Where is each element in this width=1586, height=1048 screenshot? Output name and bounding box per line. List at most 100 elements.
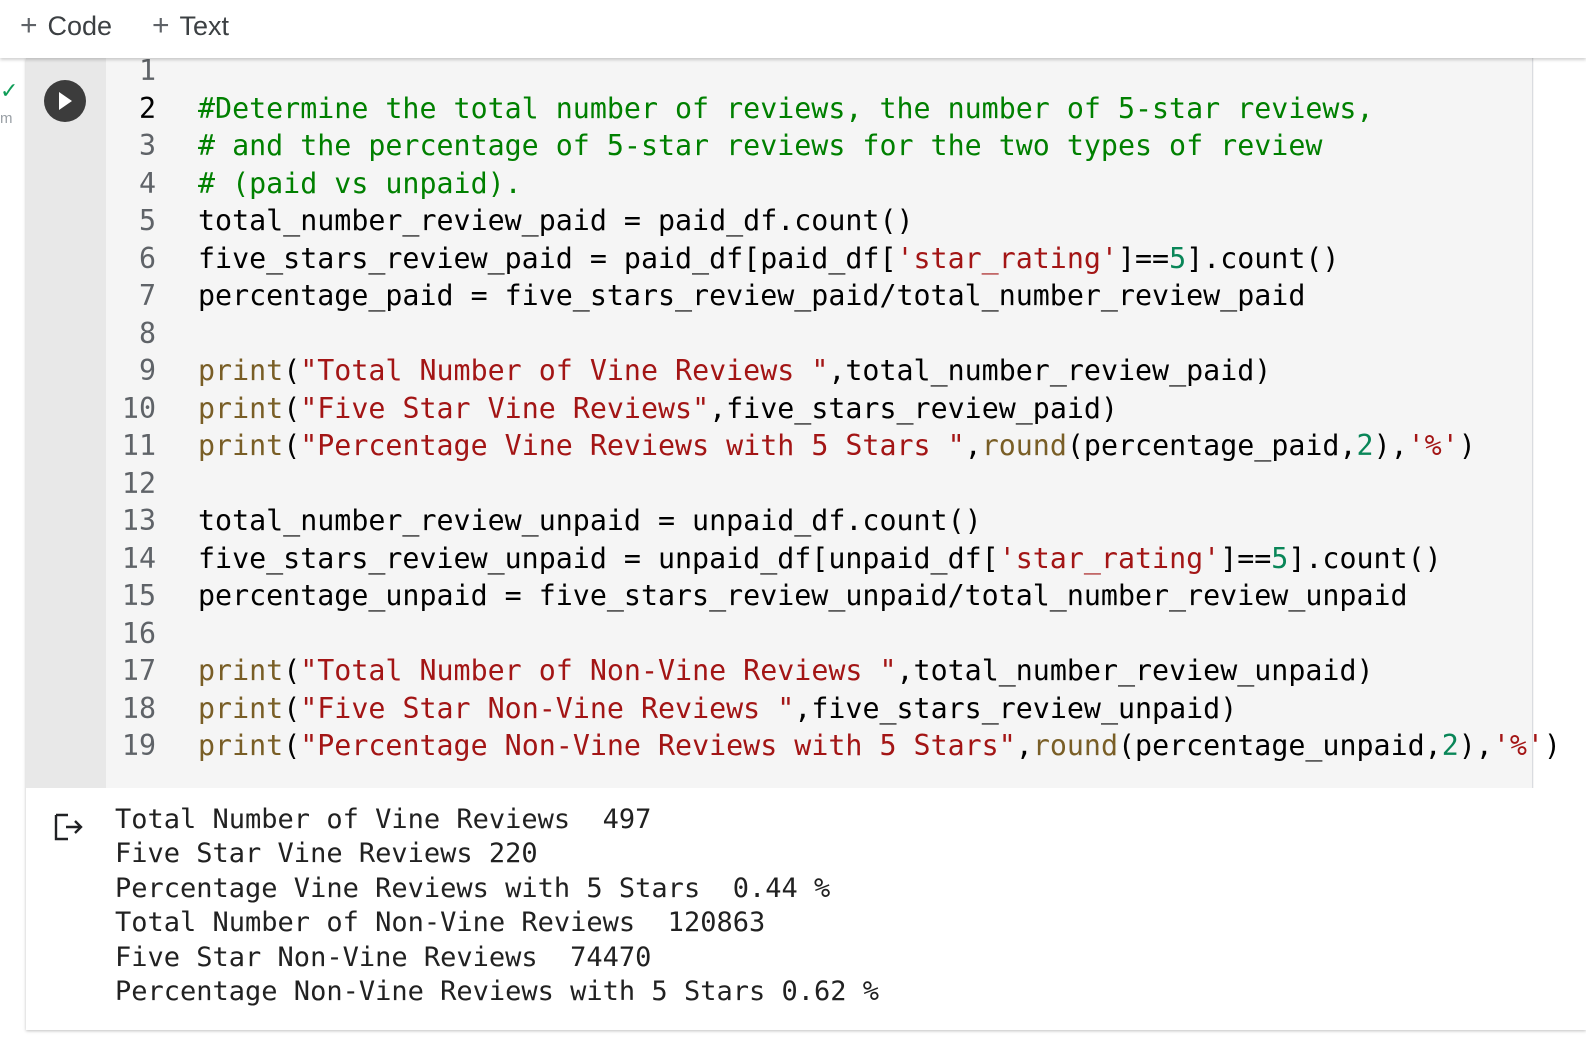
line-number: 11 — [121, 429, 156, 463]
code-text: total_number_review_paid = paid_df.count… — [198, 204, 914, 237]
code-token: five_stars_review_unpaid = unpaid_df[unp… — [198, 541, 999, 575]
line-number: 18 — [121, 691, 156, 725]
code-token: 5 — [1271, 541, 1289, 575]
code-text: percentage_unpaid = five_stars_review_un… — [198, 579, 1408, 612]
code-text: #Determine the total number of reviews, … — [198, 92, 1374, 125]
output-text: Total Number of Vine Reviews 497 Five Sta… — [115, 802, 879, 1009]
line-number: 17 — [121, 654, 156, 688]
code-token: ].count() — [1288, 541, 1442, 575]
add-code-label: Code — [47, 10, 113, 41]
code-token: (percentage_paid, — [1066, 429, 1357, 463]
code-line: 5 total_number_review_paid = paid_df.coun… — [106, 202, 1534, 240]
code-token: ) — [1458, 429, 1476, 463]
code-token: # (paid vs unpaid). — [198, 166, 522, 200]
code-line: 17 print("Total Number of Non-Vine Review… — [106, 652, 1534, 690]
code-line: 6 five_stars_review_paid = paid_df[paid_d… — [106, 240, 1534, 278]
plus-icon: + — [20, 9, 38, 42]
code-token: percentage_unpaid = five_stars_review_un… — [198, 579, 1408, 613]
code-token: ( — [283, 429, 301, 463]
code-token: 2 — [1441, 729, 1459, 763]
code-token: print — [198, 691, 284, 725]
code-line: 2 #Determine the total number of reviews,… — [106, 90, 1534, 128]
code-line: 14 five_stars_review_unpaid = unpaid_df[u… — [106, 540, 1534, 578]
code-line: 18 print("Five Star Non-Vine Reviews ",fi… — [106, 690, 1534, 728]
code-token: 2 — [1356, 429, 1374, 463]
code-line: 13 total_number_review_unpaid = unpaid_df… — [106, 502, 1534, 540]
output-arrow-icon[interactable] — [52, 810, 86, 844]
line-number: 12 — [121, 466, 156, 500]
output-line: Total Number of Vine Reviews 497 — [115, 803, 652, 835]
code-line: 15 percentage_unpaid = five_stars_review_… — [106, 577, 1534, 615]
code-token: #Determine the total number of reviews, … — [198, 91, 1374, 125]
output-line: Five Star Non-Vine Reviews 74470 — [115, 941, 652, 973]
execution-check-icon: ✓ — [0, 78, 19, 103]
code-token: '%' — [1492, 729, 1544, 763]
code-text: print("Total Number of Non-Vine Reviews … — [198, 654, 1374, 687]
code-token: "Percentage Vine Reviews with 5 Stars " — [300, 429, 965, 463]
code-token: ]== — [1117, 241, 1170, 275]
code-token: print — [198, 429, 284, 463]
code-token: ( — [283, 729, 301, 763]
play-icon — [59, 92, 72, 110]
code-token: (percentage_unpaid, — [1118, 729, 1442, 763]
code-token: , — [964, 429, 982, 463]
code-token: "Total Number of Vine Reviews " — [300, 354, 829, 388]
cell-gutter — [26, 58, 106, 788]
cell-output: Total Number of Vine Reviews 497 Five Sta… — [26, 788, 1586, 1030]
notebook-toolbar: + Code + Text — [0, 0, 1586, 58]
code-token: ,total_number_review_unpaid) — [896, 654, 1374, 688]
line-number: 3 — [138, 129, 156, 163]
code-token: 'star_rating' — [998, 541, 1221, 575]
code-token: "Total Number of Non-Vine Reviews " — [300, 654, 897, 688]
line-number: 8 — [138, 316, 156, 350]
code-token: print — [198, 354, 284, 388]
code-text: print("Five Star Vine Reviews",five_star… — [198, 392, 1118, 425]
code-line: 19 print("Percentage Non-Vine Reviews wit… — [106, 727, 1561, 765]
output-line: Five Star Vine Reviews 220 — [115, 838, 538, 870]
code-token: "Percentage Non-Vine Reviews with 5 Star… — [300, 729, 1016, 763]
line-number: 10 — [121, 391, 156, 425]
code-token: ,five_stars_review_unpaid) — [794, 691, 1238, 725]
code-token: five_stars_review_paid = paid_df[paid_df… — [198, 241, 897, 275]
add-text-button[interactable]: + Text — [152, 8, 229, 44]
code-editor[interactable]: 1 2 #Determine the total number of reviews… — [106, 54, 1561, 788]
code-token: '%' — [1407, 429, 1459, 463]
code-token: ,total_number_review_paid) — [828, 354, 1272, 388]
line-number: 6 — [138, 241, 156, 275]
code-token: total_number_review_paid = paid_df.count… — [198, 204, 914, 238]
code-token: print — [198, 654, 284, 688]
code-token: print — [198, 391, 284, 425]
plus-icon: + — [152, 9, 170, 42]
editor-scrollbar[interactable] — [1532, 58, 1533, 788]
line-number: 2 — [138, 91, 156, 125]
code-line: 7 percentage_paid = five_stars_review_pai… — [106, 277, 1534, 315]
code-cell: 1 2 #Determine the total number of reviews… — [26, 54, 1586, 1030]
add-text-label: Text — [179, 10, 230, 41]
line-number: 15 — [121, 579, 156, 613]
code-text: print("Total Number of Vine Reviews ",to… — [198, 354, 1271, 387]
code-token: 5 — [1169, 241, 1187, 275]
code-line: 8 — [106, 315, 1534, 353]
line-number: 9 — [138, 354, 156, 388]
line-number: 5 — [138, 204, 156, 238]
code-line: 11 print("Percentage Vine Reviews with 5 … — [106, 427, 1534, 465]
add-code-button[interactable]: + Code — [20, 8, 112, 44]
code-line: 16 — [106, 615, 1534, 653]
code-text: five_stars_review_unpaid = unpaid_df[unp… — [198, 542, 1442, 575]
line-number: 7 — [138, 279, 156, 313]
code-token: total_number_review_unpaid = unpaid_df.c… — [198, 504, 982, 538]
run-cell-button[interactable] — [44, 80, 86, 122]
code-text: total_number_review_unpaid = unpaid_df.c… — [198, 504, 982, 537]
code-line: 10 print("Five Star Vine Reviews",five_st… — [106, 390, 1534, 428]
code-token: print — [198, 729, 284, 763]
code-token: round — [981, 429, 1067, 463]
code-token: ), — [1373, 429, 1408, 463]
code-token: ( — [283, 391, 301, 425]
code-token: 'star_rating' — [896, 241, 1118, 275]
line-number: 19 — [121, 729, 156, 763]
code-text: percentage_paid = five_stars_review_paid… — [198, 279, 1305, 312]
line-number: 1 — [138, 54, 156, 88]
output-line: Percentage Vine Reviews with 5 Stars 0.4… — [115, 872, 831, 904]
code-text: # and the percentage of 5-star reviews f… — [198, 129, 1322, 162]
code-line: 4 # (paid vs unpaid). — [106, 165, 1534, 203]
